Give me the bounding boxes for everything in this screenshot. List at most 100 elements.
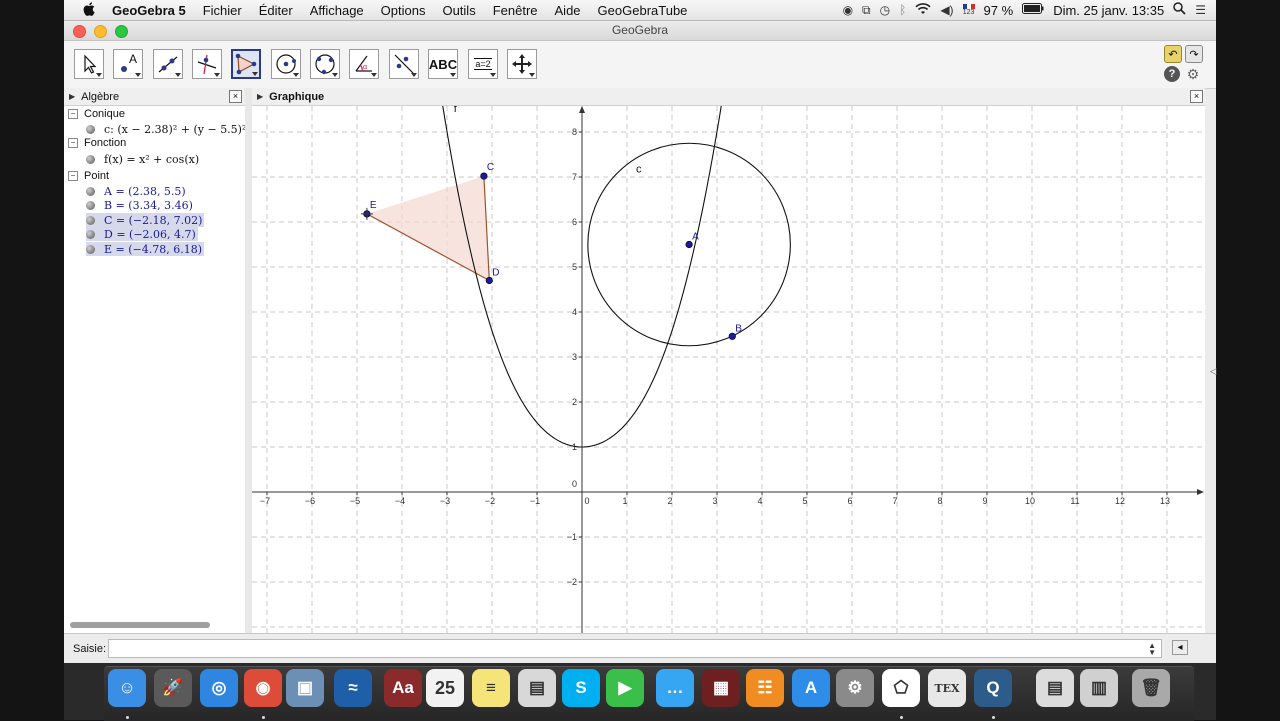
notes-dock-icon[interactable]: ≡ xyxy=(472,669,510,707)
visibility-toggle-icon[interactable] xyxy=(86,200,95,210)
move-tool-button[interactable] xyxy=(74,49,104,79)
conic-tool-button[interactable] xyxy=(310,49,340,79)
skype-dock-icon[interactable]: S xyxy=(562,669,600,707)
messages-dock-icon[interactable]: … xyxy=(656,669,694,707)
apple-menu-icon[interactable] xyxy=(80,1,98,19)
chrome-dock-icon[interactable]: ◉ xyxy=(244,669,282,707)
object-point-d[interactable]: D = (−2.06, 4.7) xyxy=(86,227,198,241)
triangle-polygon[interactable] xyxy=(366,176,490,282)
point-c[interactable] xyxy=(480,172,488,180)
battery-percent[interactable]: 97 % xyxy=(984,3,1014,18)
x-tick-label: −5 xyxy=(350,496,360,506)
history-spinner-icon[interactable]: ▲ ▼ xyxy=(1148,642,1156,657)
close-algebra-icon[interactable]: × xyxy=(229,90,242,103)
bluetooth-icon[interactable]: ᛒ xyxy=(899,3,906,17)
ibooks-dock-icon[interactable]: ☷ xyxy=(746,669,784,707)
menu-affichage[interactable]: Affichage xyxy=(310,3,364,18)
visibility-toggle-icon[interactable] xyxy=(86,215,95,225)
finder-dock-icon[interactable]: ☺ xyxy=(108,669,146,707)
visibility-toggle-icon[interactable] xyxy=(86,154,95,164)
app-store-dock-icon[interactable]: A xyxy=(792,669,830,707)
clock[interactable]: Dim. 25 janv. 13:35 xyxy=(1053,3,1164,18)
collapse-icon[interactable]: − xyxy=(68,138,78,148)
time-machine-icon[interactable]: ◷ xyxy=(880,3,890,17)
notification-center-icon[interactable]: ☰ xyxy=(1195,3,1206,17)
close-graphics-icon[interactable]: × xyxy=(1190,90,1203,103)
redo-icon[interactable]: ↷ xyxy=(1185,45,1203,63)
help-icon[interactable]: ? xyxy=(1164,66,1180,82)
y-tick-label: 4 xyxy=(572,307,577,317)
safari-dock-icon[interactable]: ◎ xyxy=(200,669,238,707)
menu-geogebratube[interactable]: GeoGebraTube xyxy=(598,3,688,18)
graphics-canvas[interactable]: −7 −6 −5 −4 −3 −2 −1 0 1 2 3 4 5 6 7 8 9 10 11 12 13−2−11234… xyxy=(252,106,1205,633)
menu-outils[interactable]: Outils xyxy=(442,3,475,18)
expand-arrow-icon[interactable]: ▶ xyxy=(257,92,263,101)
record-icon[interactable]: ◉ xyxy=(843,3,853,17)
menu-fichier[interactable]: Fichier xyxy=(203,3,242,18)
facetime-dock-icon[interactable]: ▶ xyxy=(606,669,644,707)
menu-editer[interactable]: Éditer xyxy=(259,3,293,18)
visibility-toggle-icon[interactable] xyxy=(86,229,95,239)
menu-app-name[interactable]: GeoGebra 5 xyxy=(112,3,186,18)
slider-tool-button[interactable]: a=2 xyxy=(468,49,498,79)
quicktime-dock-icon[interactable]: Q xyxy=(974,669,1012,707)
circle-tool-button[interactable] xyxy=(271,49,301,79)
category-conique[interactable]: − Conique xyxy=(68,108,125,120)
geogebra-dock-icon[interactable]: ⬠ xyxy=(882,669,920,707)
object-function-f[interactable]: f(x) = x² + cos(x) xyxy=(86,152,201,166)
polygon-tool-button[interactable] xyxy=(231,49,261,79)
battery-icon[interactable] xyxy=(1022,3,1044,17)
spotlight-search-icon[interactable] xyxy=(1173,2,1186,18)
angle-tool-button[interactable]: α xyxy=(349,49,379,79)
system-preferences-dock-icon[interactable]: ⚙ xyxy=(836,669,874,707)
volume-icon[interactable]: ◀) xyxy=(940,3,953,17)
line-tool-button[interactable] xyxy=(153,49,183,79)
object-point-e[interactable]: E = (−4.78, 6.18) xyxy=(86,242,205,256)
trash-dock-icon[interactable]: 🗑 xyxy=(1132,669,1170,707)
move-view-tool-button[interactable] xyxy=(507,49,537,79)
object-point-c[interactable]: C = (−2.18, 7.02) xyxy=(86,213,205,227)
collapse-icon[interactable]: − xyxy=(68,171,78,181)
x-axis-arrow-icon xyxy=(1197,489,1204,495)
algebra-horizontal-scrollbar[interactable] xyxy=(70,622,210,628)
visibility-toggle-icon[interactable] xyxy=(86,186,95,196)
expand-arrow-icon[interactable]: ▶ xyxy=(69,92,75,101)
photo-booth-dock-icon[interactable]: ▦ xyxy=(702,669,740,707)
triangle-fill[interactable] xyxy=(366,176,490,281)
visibility-toggle-icon[interactable] xyxy=(86,244,95,254)
text-tool-button[interactable]: ABC xyxy=(428,49,458,79)
undo-icon[interactable]: ↶ xyxy=(1164,45,1182,63)
menu-aide[interactable]: Aide xyxy=(555,3,581,18)
perpendicular-tool-button[interactable] xyxy=(192,49,222,79)
reflect-tool-button[interactable] xyxy=(389,49,419,79)
object-point-b[interactable]: B = (3.34, 3.46) xyxy=(86,198,195,212)
side-panel-arrow-icon[interactable]: ◁ xyxy=(1210,366,1217,377)
preview2-dock-icon[interactable]: ▤ xyxy=(518,669,556,707)
object-point-a[interactable]: A = (2.38, 5.5) xyxy=(86,184,188,198)
points[interactable]: A B C D E xyxy=(360,162,742,340)
point-tool-button[interactable]: A xyxy=(113,49,143,79)
symbol-table-icon[interactable]: ◂ xyxy=(1172,640,1188,655)
visibility-toggle-icon[interactable] xyxy=(86,124,95,134)
launchpad-dock-icon[interactable]: 🚀 xyxy=(154,669,192,707)
panel-splitter[interactable] xyxy=(245,88,252,633)
graphics-view[interactable]: −7 −6 −5 −4 −3 −2 −1 0 1 2 3 4 5 6 7 8 9 10 11 12 13 −2 −1 1 2 3 4… xyxy=(252,106,1205,633)
preview-dock-icon[interactable]: ▣ xyxy=(286,669,324,707)
object-conic-c[interactable]: c: (x − 2.38)² + (y − 5.5)² xyxy=(86,122,248,136)
category-point[interactable]: − Point xyxy=(68,170,109,182)
calendar-dock-icon[interactable]: 25 xyxy=(426,669,464,707)
input-field[interactable]: ▲ ▼ xyxy=(108,639,1162,658)
wifi-icon[interactable] xyxy=(915,2,931,18)
menu-options[interactable]: Options xyxy=(381,3,426,18)
downloads-dock-icon[interactable]: ▥ xyxy=(1080,669,1118,707)
menu-fenetre[interactable]: Fenêtre xyxy=(493,3,538,18)
settings-gear-icon[interactable]: ⚙ xyxy=(1185,66,1201,82)
documents-dock-icon[interactable]: ▤ xyxy=(1036,669,1074,707)
category-fonction[interactable]: − Fonction xyxy=(68,137,126,149)
writer-dock-icon[interactable]: ≈ xyxy=(334,669,372,707)
dictionary-dock-icon[interactable]: Aa xyxy=(384,669,422,707)
input-source-icon[interactable]: 123 xyxy=(962,4,975,16)
tex-dock-icon[interactable]: TEX xyxy=(928,669,966,707)
screen-icon[interactable]: ⧉ xyxy=(862,3,871,18)
collapse-icon[interactable]: − xyxy=(68,109,78,119)
